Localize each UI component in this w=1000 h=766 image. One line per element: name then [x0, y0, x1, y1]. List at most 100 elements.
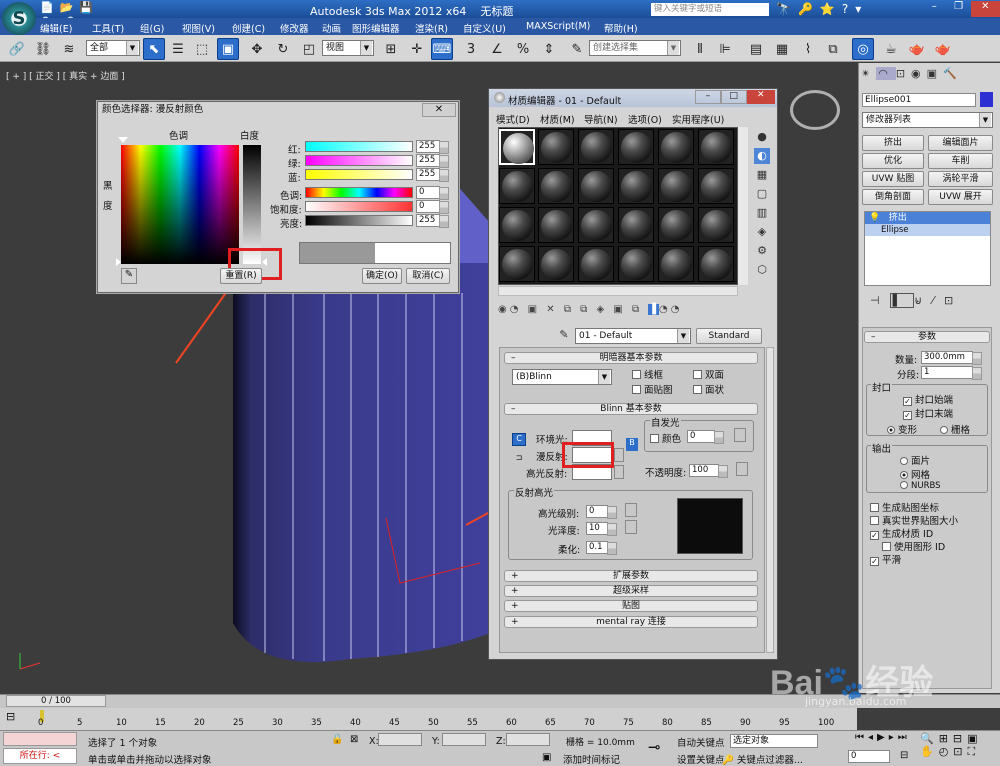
- cap-end-checkbox[interactable]: ✓ 封口末端: [903, 406, 953, 420]
- lock-map-icon[interactable]: B: [626, 438, 638, 451]
- spinner-snap-icon[interactable]: ⇕: [538, 38, 560, 60]
- uv-tiling-icon[interactable]: ▢: [754, 186, 770, 202]
- sample-slot[interactable]: [698, 129, 734, 165]
- blackness-pointer-icon[interactable]: [116, 258, 121, 266]
- hue-value[interactable]: 0: [416, 186, 449, 200]
- material-type-button[interactable]: Standard: [696, 328, 762, 344]
- sample-slot[interactable]: [658, 246, 694, 282]
- spec-level-map-button[interactable]: [625, 503, 637, 517]
- menu-help[interactable]: 帮助(H): [604, 21, 654, 35]
- segments-value[interactable]: 1: [921, 366, 982, 380]
- me-menu-options[interactable]: 选项(O): [628, 112, 672, 126]
- morph-radio[interactable]: 变形: [887, 422, 917, 436]
- red-value[interactable]: 255: [416, 140, 449, 154]
- sample-slot[interactable]: [578, 129, 614, 165]
- menu-edit[interactable]: 编辑(E): [40, 21, 92, 35]
- snap-icon[interactable]: 3: [460, 38, 482, 60]
- lock-icon[interactable]: 🔒: [331, 734, 343, 745]
- extended-params-rollout[interactable]: + 扩展参数: [504, 570, 758, 582]
- search-input[interactable]: 键入关键字或短语: [651, 3, 769, 16]
- pick-material-icon[interactable]: ✎: [556, 327, 572, 343]
- hue-spectrum[interactable]: [121, 145, 239, 264]
- face-map-checkbox[interactable]: 面贴图: [632, 382, 673, 396]
- material-name-select[interactable]: 01 - Default: [575, 328, 691, 344]
- render-setup-icon[interactable]: ☕: [880, 38, 902, 60]
- key-mode-select[interactable]: 选定对象: [730, 734, 818, 748]
- sample-slot[interactable]: [618, 168, 654, 204]
- cap-start-checkbox[interactable]: ✓ 封口始端: [903, 392, 953, 406]
- sample-slot[interactable]: [698, 207, 734, 243]
- me-menu-utilities[interactable]: 实用程序(U): [672, 112, 732, 126]
- pivot-icon[interactable]: ⊞: [380, 38, 402, 60]
- brightness-slider[interactable]: [305, 215, 413, 226]
- scale-icon[interactable]: ◰: [298, 38, 320, 60]
- blue-slider[interactable]: [305, 169, 413, 180]
- slots-scrollbar[interactable]: [738, 127, 748, 285]
- sample-slot[interactable]: [578, 207, 614, 243]
- options-icon[interactable]: ⚙: [754, 243, 770, 259]
- sample-slot[interactable]: [698, 168, 734, 204]
- self-illum-value[interactable]: 0: [687, 430, 724, 444]
- two-sided-checkbox[interactable]: 双面: [693, 367, 724, 381]
- viewcube-icon[interactable]: [790, 90, 840, 130]
- time-slider[interactable]: 0 / 100: [6, 695, 106, 707]
- faceted-checkbox[interactable]: 面状: [693, 382, 724, 396]
- nurbs-radio[interactable]: NURBS: [900, 481, 941, 491]
- gen-map-checkbox[interactable]: 生成贴图坐标: [870, 500, 939, 514]
- color-picker-titlebar[interactable]: 颜色选择器: 漫反射颜色: [98, 102, 458, 118]
- time-config-icon[interactable]: ⊟: [900, 750, 908, 761]
- lock-ambient-icon[interactable]: C: [512, 433, 526, 446]
- smooth-checkbox[interactable]: ✓ 平滑: [870, 552, 901, 566]
- spec-level-value[interactable]: 0: [586, 505, 617, 519]
- move-icon[interactable]: ✥: [246, 38, 268, 60]
- me-window-buttons[interactable]: – □ ✕: [695, 90, 775, 104]
- selection-filter[interactable]: 全部: [86, 40, 140, 56]
- self-illum-color-checkbox[interactable]: 颜色: [650, 431, 681, 445]
- key-icon[interactable]: ⊸: [648, 738, 661, 756]
- schematic-icon[interactable]: ⧉: [822, 38, 844, 60]
- opacity-map-button[interactable]: [736, 462, 748, 476]
- saturation-value[interactable]: 0: [416, 200, 449, 214]
- real-world-checkbox[interactable]: 真实世界贴图大小: [870, 513, 958, 527]
- mental-ray-rollout[interactable]: + mental ray 连接: [504, 616, 758, 628]
- wire-checkbox[interactable]: 线框: [632, 367, 663, 381]
- menu-views[interactable]: 视图(V): [182, 21, 232, 35]
- sample-type-icon[interactable]: ●: [754, 129, 770, 145]
- material-editor-icon[interactable]: ◎: [852, 38, 874, 60]
- menu-customize[interactable]: 自定义(U): [463, 21, 526, 35]
- sample-slot[interactable]: [658, 129, 694, 165]
- align-icon[interactable]: ⊫: [714, 38, 736, 60]
- color-picker-close[interactable]: ✕: [422, 103, 456, 117]
- me-close[interactable]: ✕: [746, 90, 775, 104]
- background-icon[interactable]: ▦: [754, 167, 770, 183]
- bevel-profile-button[interactable]: 倒角剖面: [862, 189, 924, 205]
- sample-slot[interactable]: [618, 207, 654, 243]
- grid-radio[interactable]: 栅格: [940, 422, 970, 436]
- maps-rollout[interactable]: + 贴图: [504, 600, 758, 612]
- mesh-radio[interactable]: 网格: [900, 467, 930, 481]
- modifier-list-select[interactable]: 修改器列表: [862, 112, 993, 128]
- modify-tab-icon[interactable]: ◠: [876, 67, 896, 80]
- menu-rendering[interactable]: 渲染(R): [415, 21, 463, 35]
- reset-button[interactable]: 重置(R): [220, 268, 262, 284]
- sample-slot[interactable]: [538, 168, 574, 204]
- edit-named-sel-icon[interactable]: ✎: [566, 38, 588, 60]
- turbosmooth-button[interactable]: 涡轮平滑: [928, 171, 993, 187]
- stack-item-extrude[interactable]: 💡 挤出: [865, 212, 990, 224]
- manipulate-icon[interactable]: ✛: [406, 38, 428, 60]
- menu-tools[interactable]: 工具(T): [92, 21, 140, 35]
- nav-controls[interactable]: 🔍⊞⊟▣ ✋◴⊡⛶: [920, 732, 983, 759]
- eyedropper-icon[interactable]: ✎: [121, 268, 137, 284]
- y-field[interactable]: [442, 733, 486, 746]
- rect-region-icon[interactable]: ⬚: [191, 38, 213, 60]
- menu-modifiers[interactable]: 修改器: [280, 21, 322, 35]
- add-time-tag[interactable]: 添加时间标记: [563, 752, 620, 766]
- shader-rollout[interactable]: – 明暗器基本参数: [504, 352, 758, 364]
- auto-key-button[interactable]: 自动关键点: [677, 735, 725, 749]
- bind-spacewarp-icon[interactable]: ≋: [58, 38, 80, 60]
- mirror-icon[interactable]: ⫴: [689, 38, 711, 60]
- hue-triangle-icon[interactable]: [118, 137, 128, 143]
- sample-slot[interactable]: [538, 207, 574, 243]
- sample-slot[interactable]: [499, 246, 535, 282]
- maximize-button[interactable]: ❐: [946, 1, 970, 17]
